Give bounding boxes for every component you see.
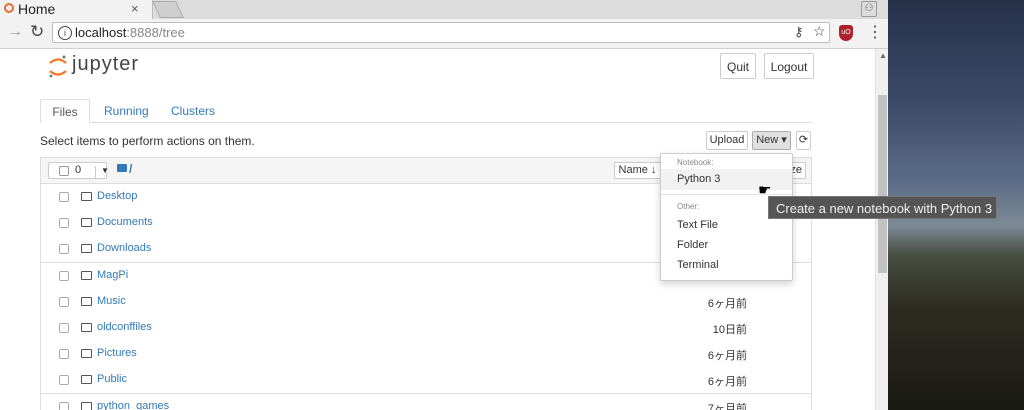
modified-time: 6ヶ月前 xyxy=(707,297,747,310)
menu-divider xyxy=(661,194,792,195)
logout-button[interactable]: Logout xyxy=(764,53,814,79)
scroll-up-arrow-icon[interactable]: ▲ xyxy=(879,51,887,60)
folder-icon xyxy=(81,349,92,359)
user-profile-icon[interactable]: ⚇ xyxy=(861,1,877,17)
folder-icon xyxy=(81,192,92,201)
row-checkbox[interactable] xyxy=(59,192,69,202)
row-checkbox[interactable] xyxy=(59,244,69,255)
sort-by-name-button[interactable]: Name ↓ xyxy=(614,162,661,179)
tab-running[interactable]: Running xyxy=(104,99,149,123)
refresh-icon: ⟳ xyxy=(798,134,809,146)
reload-icon[interactable]: ↻ xyxy=(30,22,44,42)
select-items-message: Select items to perform actions on them. xyxy=(40,134,255,148)
menu-item-terminal[interactable]: Terminal xyxy=(677,259,719,271)
file-link[interactable]: oldconffiles xyxy=(97,321,152,333)
menu-item-folder[interactable]: Folder xyxy=(677,239,708,251)
row-checkbox[interactable] xyxy=(59,323,69,333)
row-checkbox[interactable] xyxy=(59,401,69,410)
info-icon[interactable]: i xyxy=(58,26,72,40)
chevron-down-icon[interactable]: ▼ xyxy=(95,166,109,179)
jupyter-favicon-icon xyxy=(4,3,14,13)
tabs-divider xyxy=(40,122,812,123)
select-all-dropdown[interactable]: 0 ▼ xyxy=(48,162,109,179)
modified-time: 10日前 xyxy=(712,324,747,336)
menu-item-python3[interactable]: Python 3 xyxy=(677,173,720,185)
folder-icon xyxy=(81,244,92,254)
file-link[interactable]: Downloads xyxy=(97,242,151,254)
ublock-extension-icon[interactable]: uO xyxy=(839,25,853,41)
jupyter-logo-icon xyxy=(49,55,67,78)
row-checkbox[interactable] xyxy=(59,218,69,229)
folder-icon xyxy=(81,218,92,228)
other-section-header: Other: xyxy=(677,202,700,211)
modified-time: 6ヶ月前 xyxy=(707,350,747,363)
url-text[interactable]: localhost:8888/tree xyxy=(75,25,185,40)
page-scrollbar[interactable]: ▲ xyxy=(875,49,888,410)
menu-item-text-file[interactable]: Text File xyxy=(677,219,718,231)
selected-count: 0 xyxy=(75,164,82,176)
browser-window: Home × ⚇ → ↻ i localhost:8888/tree ⚷ ☆ u… xyxy=(0,0,888,410)
row-checkbox[interactable] xyxy=(59,349,69,360)
folder-icon xyxy=(117,164,127,172)
table-row[interactable]: python_games 7ヶ月前 xyxy=(40,393,812,410)
table-row[interactable]: Public 6ヶ月前 xyxy=(40,367,812,395)
file-link[interactable]: Documents xyxy=(97,216,153,228)
folder-icon xyxy=(81,401,92,410)
key-icon[interactable]: ⚷ xyxy=(794,24,804,40)
address-toolbar: → ↻ i localhost:8888/tree ⚷ ☆ uO ⋮ xyxy=(0,19,888,49)
tab-clusters[interactable]: Clusters xyxy=(171,99,215,123)
row-checkbox[interactable] xyxy=(59,296,69,307)
browser-tab[interactable]: Home × xyxy=(0,0,153,19)
new-tab-button[interactable] xyxy=(152,1,184,18)
folder-icon xyxy=(81,296,92,306)
file-link[interactable]: python_games xyxy=(97,400,169,410)
quit-button[interactable]: Quit xyxy=(720,53,756,79)
file-link[interactable]: Pictures xyxy=(97,347,137,359)
table-row[interactable]: Music 6ヶ月前 xyxy=(40,288,812,316)
row-checkbox[interactable] xyxy=(59,270,69,281)
bookmark-star-icon[interactable]: ☆ xyxy=(813,23,826,40)
folder-icon xyxy=(81,270,92,280)
table-row[interactable]: Pictures 6ヶ月前 xyxy=(40,341,812,369)
modified-time: 7ヶ月前 xyxy=(707,402,747,410)
file-link[interactable]: Public xyxy=(97,373,127,385)
close-tab-icon[interactable]: × xyxy=(131,1,139,16)
scrollbar-thumb[interactable] xyxy=(878,95,887,273)
tooltip: Create a new notebook with Python 3 xyxy=(768,196,997,219)
upload-button[interactable]: Upload xyxy=(706,131,748,150)
refresh-button[interactable]: ⟳ xyxy=(796,131,811,150)
file-link[interactable]: Music xyxy=(97,295,126,307)
file-link[interactable]: MagPi xyxy=(97,269,128,281)
modified-time: 6ヶ月前 xyxy=(707,376,747,389)
breadcrumb[interactable]: / xyxy=(129,162,132,176)
file-link[interactable]: Desktop xyxy=(97,190,137,202)
row-checkbox[interactable] xyxy=(59,375,69,386)
tab-files[interactable]: Files xyxy=(40,99,90,123)
folder-icon xyxy=(81,323,92,332)
select-all-checkbox[interactable] xyxy=(59,166,69,176)
folder-icon xyxy=(81,375,92,385)
forward-arrow-icon[interactable]: → xyxy=(7,23,23,41)
browser-tab-title: Home xyxy=(18,1,56,17)
notebook-section-header: Notebook: xyxy=(677,158,714,167)
jupyter-page: jupyter Quit Logout Files Running Cluste… xyxy=(0,49,875,410)
jupyter-logo-text: jupyter xyxy=(72,53,140,75)
address-bar[interactable]: i localhost:8888/tree ⚷ ☆ xyxy=(52,22,830,43)
browser-menu-icon[interactable]: ⋮ xyxy=(867,22,883,42)
tab-strip: Home × ⚇ xyxy=(0,0,888,19)
table-row[interactable]: oldconffiles 10日前 xyxy=(40,315,812,342)
new-dropdown-button[interactable]: New ▾ xyxy=(752,131,791,150)
